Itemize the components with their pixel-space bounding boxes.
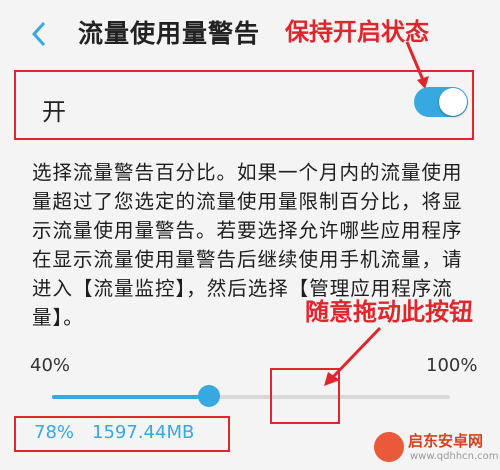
- toggle-knob: [439, 88, 467, 116]
- slider-max-label: 100%: [426, 355, 478, 376]
- slider-fill: [52, 395, 210, 399]
- switch-label: 开: [42, 98, 66, 126]
- annotation-thumb-box: [270, 368, 340, 424]
- slider-thumb[interactable]: [198, 385, 221, 407]
- slider-min-label: 40%: [30, 355, 71, 376]
- watermark-title: 启东安卓网: [408, 432, 484, 450]
- page-title: 流量使用量警告: [78, 19, 261, 48]
- back-arrow-icon[interactable]: [28, 20, 50, 48]
- warning-toggle[interactable]: [414, 87, 468, 117]
- readout-percent: 78%: [34, 422, 75, 443]
- watermark-logo: [374, 432, 404, 462]
- usage-readout: 78% 1597.44MB: [34, 422, 194, 443]
- watermark-url: www.qdhhcn.com: [410, 451, 499, 462]
- switch-row[interactable]: 开: [14, 70, 474, 140]
- slider-track[interactable]: [52, 395, 450, 399]
- readout-amount: 1597.44MB: [92, 422, 195, 443]
